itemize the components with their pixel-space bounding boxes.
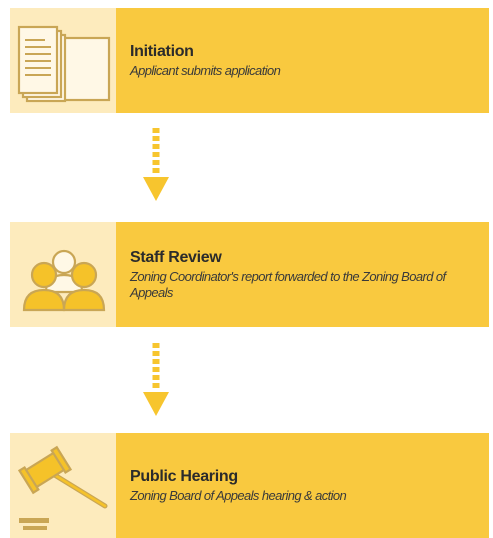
step-initiation: Initiation Applicant submits application bbox=[10, 8, 489, 113]
step-staff-review: Staff Review Zoning Coordinator's report… bbox=[10, 222, 489, 327]
flow-arrow-down bbox=[143, 343, 169, 416]
step-text-box: Initiation Applicant submits application bbox=[116, 8, 489, 113]
step-title: Public Hearing bbox=[130, 468, 238, 485]
step-icon-box bbox=[10, 8, 116, 113]
step-public-hearing: Public Hearing Zoning Board of Appeals h… bbox=[10, 433, 489, 538]
step-description: Applicant submits application bbox=[130, 63, 281, 78]
step-icon-box bbox=[10, 433, 116, 538]
flow-arrow-down bbox=[143, 128, 169, 201]
document-stack-icon bbox=[17, 25, 111, 102]
step-title: Initiation bbox=[130, 43, 194, 60]
step-text-box: Public Hearing Zoning Board of Appeals h… bbox=[116, 433, 489, 538]
gavel-icon bbox=[17, 445, 108, 530]
step-description: Zoning Board of Appeals hearing & action bbox=[130, 488, 347, 503]
step-text-box: Staff Review Zoning Coordinator's report… bbox=[116, 222, 489, 327]
step-title: Staff Review bbox=[130, 249, 222, 266]
people-group-icon bbox=[22, 249, 106, 311]
step-icon-box bbox=[10, 222, 116, 327]
step-description: Zoning Coordinator's report forwarded to… bbox=[130, 269, 446, 300]
